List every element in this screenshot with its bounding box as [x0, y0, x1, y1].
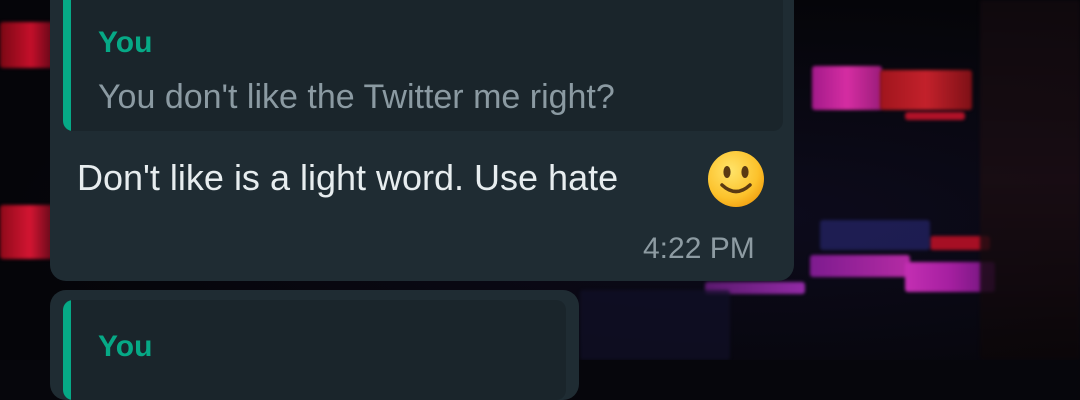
wallpaper-streak: [812, 66, 882, 110]
quoted-message-text: You don't like the Twitter me right?: [98, 78, 615, 116]
quote-accent-bar: [63, 0, 71, 131]
message-bubble[interactable]: You: [50, 290, 579, 400]
message-text: Don't like is a light word. Use hate: [77, 157, 619, 198]
quoted-message-author: You: [98, 26, 153, 59]
quote-accent-bar: [63, 300, 71, 400]
wallpaper-streak: [820, 220, 930, 250]
quoted-message-author: You: [98, 330, 153, 363]
message-timestamp: 4:22 PM: [643, 232, 755, 265]
wallpaper-streak: [580, 290, 730, 360]
wallpaper-streak: [980, 0, 1080, 360]
quoted-message[interactable]: You: [63, 300, 566, 400]
slightly-smiling-face-icon: [708, 151, 764, 207]
wallpaper-streak: [810, 255, 910, 277]
message-bubble[interactable]: You You don't like the Twitter me right?…: [50, 0, 794, 281]
wallpaper-streak: [905, 112, 965, 120]
wallpaper-streak: [880, 70, 972, 110]
quoted-message[interactable]: You You don't like the Twitter me right?: [63, 0, 783, 131]
